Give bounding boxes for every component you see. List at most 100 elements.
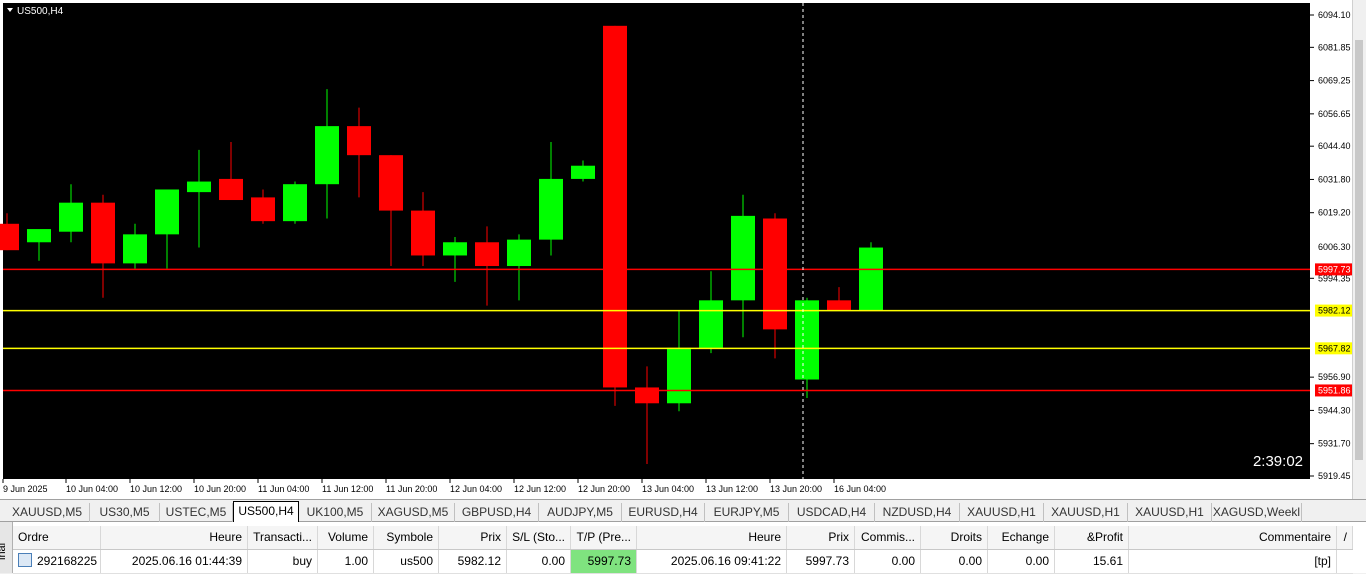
time-tick-label: 16 Jun 04:00 [834,484,886,494]
chart-title: US500,H4 [17,6,64,17]
cell-profit: 15.61 [1055,550,1129,573]
candle-body [0,223,19,251]
tab-uk100-m5[interactable]: UK100,M5 [299,503,372,522]
price-marker-label: 5967.82 [1318,343,1351,353]
tab-eurjpy-m5[interactable]: EURJPY,M5 [705,503,789,522]
column-header[interactable]: Commis... [855,526,921,549]
time-tick-label: 10 Jun 20:00 [194,484,246,494]
candle-body [379,155,403,211]
time-tick-label: 11 Jun 20:00 [386,484,437,494]
chart-tabs-bar: XAUUSD,M5 US30,M5 USTEC,M5 US500,H4 UK100,M5… [0,499,1366,522]
history-icon [18,553,32,567]
candle-body [795,300,819,380]
tab-xauusd-m5[interactable]: XAUUSD,M5 [5,503,90,522]
price-tick-label: 6031.80 [1318,174,1351,184]
time-tick-label: 10 Jun 12:00 [130,484,182,494]
tab-us30-m5[interactable]: US30,M5 [90,503,160,522]
candle-body [443,242,467,256]
time-tick-label: 13 Jun 12:00 [706,484,758,494]
column-header[interactable]: Heure [637,526,787,549]
column-header[interactable]: Commentaire [1129,526,1337,549]
column-header[interactable]: Transacti... [248,526,318,549]
column-header[interactable]: S/L (Sto... [507,526,571,549]
order-id: 292168225 [37,554,98,568]
cell-heure-close: 2025.06.16 09:41:22 [637,550,787,573]
table-row[interactable]: 292168225 2025.06.16 01:44:39 buy 1.00 u… [13,550,1353,574]
candle-body [155,189,179,235]
candle-body [827,300,851,311]
time-tick-label: 12 Jun 20:00 [578,484,630,494]
price-tick-label: 6081.85 [1318,42,1351,52]
scrollbar-thumb[interactable] [1355,40,1363,460]
cell-prix-close: 5997.73 [787,550,855,573]
cell-echange: 0.00 [988,550,1055,573]
price-marker-label: 5997.73 [1318,264,1351,274]
tab-xagusd-weekl[interactable]: XAGUSD,Weekl [1212,503,1302,522]
terminal-label: inal [0,542,8,560]
terminal-side-label[interactable]: inal [0,522,13,573]
bar-timer: 2:39:02 [1253,453,1303,470]
tab-xagusd-m5[interactable]: XAGUSD,M5 [372,503,455,522]
tab-ustec-m5[interactable]: USTEC,M5 [160,503,233,522]
candle-body [283,184,307,222]
cell-ordre[interactable]: 292168225 [13,550,101,573]
candle-body [571,165,595,179]
candle-body [187,181,211,193]
candle-body [123,234,147,264]
cell-tp: 5997.73 [571,550,637,573]
column-header[interactable]: Symbole [374,526,439,549]
cell-symbole: us500 [374,550,439,573]
candle-body [859,247,883,311]
tab-gbpusd-h4[interactable]: GBPUSD,H4 [455,503,539,522]
tab-xauusd-h1[interactable]: XAUUSD,H1 [960,503,1044,522]
column-header[interactable]: &Profit [1055,526,1129,549]
column-header[interactable]: Droits [921,526,988,549]
cell-volume: 1.00 [318,550,374,573]
cell-commentaire: [tp] [1129,550,1337,573]
price-tick-label: 5956.90 [1318,372,1351,382]
tab-xauusd-h1[interactable]: XAUUSD,H1 [1128,503,1212,522]
candle-body [667,347,691,404]
tab-usdcad-h4[interactable]: USDCAD,H4 [789,503,875,522]
terminal-panel: inal Ordre Heure Transacti... Volume Symbole… [0,522,1366,574]
price-tick-label: 6044.40 [1318,141,1351,151]
column-header[interactable]: Ordre [13,526,101,549]
time-tick-label: 11 Jun 04:00 [258,484,309,494]
time-tick-label: 13 Jun 20:00 [770,484,822,494]
cell-droits: 0.00 [921,550,988,573]
candle-body [539,178,563,240]
price-tick-label: 5931.70 [1318,439,1351,449]
time-tick-label: 12 Jun 04:00 [450,484,502,494]
candle-body [59,202,83,232]
candle-body [219,178,243,201]
price-chart[interactable]: 6094.10 6081.85 6069.25 6056.65 6044.40 6031.… [0,0,1366,499]
tab-audjpy-m5[interactable]: AUDJPY,M5 [539,503,622,522]
price-tick-label: 6019.20 [1318,208,1351,218]
price-tick-label: 6069.25 [1318,76,1351,86]
chart-area[interactable]: 6094.10 6081.85 6069.25 6056.65 6044.40 6031.… [0,0,1366,499]
time-tick-label: 12 Jun 12:00 [514,484,566,494]
column-header[interactable]: / [1337,526,1353,549]
column-header[interactable]: Prix [439,526,507,549]
column-header[interactable]: T/P (Pre... [571,526,637,549]
candle-body [27,229,51,243]
candle-body [603,25,627,388]
tab-xauusd-h1[interactable]: XAUUSD,H1 [1044,503,1128,522]
tab-eurusd-h4[interactable]: EURUSD,H4 [622,503,705,522]
price-tick-label: 5944.30 [1318,405,1351,415]
column-header[interactable]: Heure [101,526,248,549]
candle-body [763,218,787,330]
cell-prix: 5982.12 [439,550,507,573]
chart-scrollbar[interactable] [1352,0,1366,499]
column-header[interactable]: Prix [787,526,855,549]
candle-body [347,126,371,156]
tab-nzdusd-h4[interactable]: NZDUSD,H4 [875,503,960,522]
cell-heure: 2025.06.16 01:44:39 [101,550,248,573]
column-header[interactable]: Volume [318,526,374,549]
candle-body [251,197,275,222]
price-marker-label: 6006.30 [1318,242,1351,252]
column-header[interactable]: Echange [988,526,1055,549]
candle-body [475,242,499,267]
candle-body [731,215,755,301]
tab-us500-h4[interactable]: US500,H4 [233,501,299,522]
